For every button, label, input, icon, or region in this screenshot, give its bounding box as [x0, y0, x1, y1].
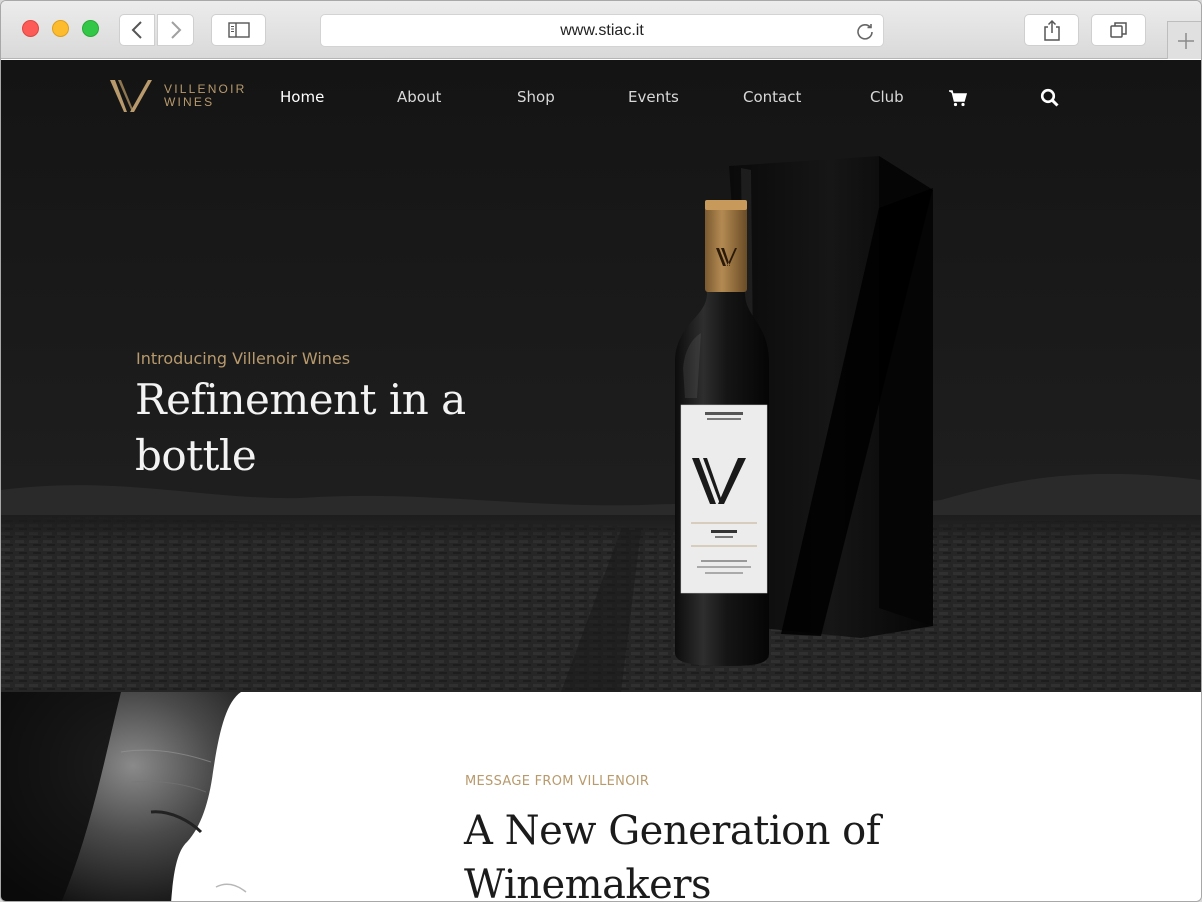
- winemaker-portrait-image: [1, 692, 247, 901]
- forward-button[interactable]: [157, 14, 194, 46]
- cart-icon[interactable]: [948, 88, 968, 108]
- message-section: MESSAGE FROM VILLENOIR A New Generation …: [1, 692, 1201, 902]
- chevron-right-icon: [170, 21, 181, 39]
- chevron-left-icon: [131, 21, 142, 39]
- back-button[interactable]: [119, 14, 155, 46]
- share-icon: [1043, 19, 1060, 41]
- nav-club[interactable]: Club: [870, 88, 904, 106]
- site-logo[interactable]: VILLENOIR WINES: [108, 78, 247, 114]
- hero-section: VILLENOIR WINES Home About Shop Events C…: [1, 60, 1201, 692]
- close-window-button[interactable]: [22, 20, 39, 37]
- nav-events[interactable]: Events: [628, 88, 679, 106]
- plus-icon: [1177, 32, 1194, 49]
- url-text: www.stiac.it: [560, 21, 644, 39]
- nav-contact[interactable]: Contact: [743, 88, 801, 106]
- site-navigation: VILLENOIR WINES Home About Shop Events C…: [1, 60, 1201, 135]
- reload-icon[interactable]: [855, 21, 875, 41]
- sidebar-toggle-button[interactable]: [211, 14, 266, 46]
- nav-about[interactable]: About: [397, 88, 441, 106]
- villenoir-logo-mark: [110, 80, 152, 112]
- browser-window: www.stiac.it VILLENOIR WINES Home About …: [0, 0, 1202, 902]
- logo-wordmark: VILLENOIR WINES: [164, 83, 247, 109]
- address-bar[interactable]: www.stiac.it: [320, 14, 884, 47]
- tabs-icon: [1109, 22, 1127, 38]
- show-tabs-button[interactable]: [1091, 14, 1146, 46]
- search-icon[interactable]: [1040, 88, 1060, 108]
- hero-title: Refinement in a bottle: [135, 375, 466, 480]
- logo-line-2: WINES: [164, 95, 215, 109]
- nav-shop[interactable]: Shop: [517, 88, 555, 106]
- browser-toolbar: www.stiac.it: [1, 1, 1201, 59]
- share-button[interactable]: [1024, 14, 1079, 46]
- new-tab-button[interactable]: [1167, 21, 1201, 59]
- wine-bottle-and-box-image: [675, 156, 933, 666]
- sidebar-icon: [227, 22, 250, 38]
- hero-eyebrow: Introducing Villenoir Wines: [136, 349, 351, 368]
- nav-home[interactable]: Home: [280, 88, 324, 106]
- zoom-window-button[interactable]: [82, 20, 99, 37]
- message-eyebrow: MESSAGE FROM VILLENOIR: [465, 774, 650, 789]
- minimize-window-button[interactable]: [52, 20, 69, 37]
- message-title: A New Generation of Winemakers: [464, 808, 881, 902]
